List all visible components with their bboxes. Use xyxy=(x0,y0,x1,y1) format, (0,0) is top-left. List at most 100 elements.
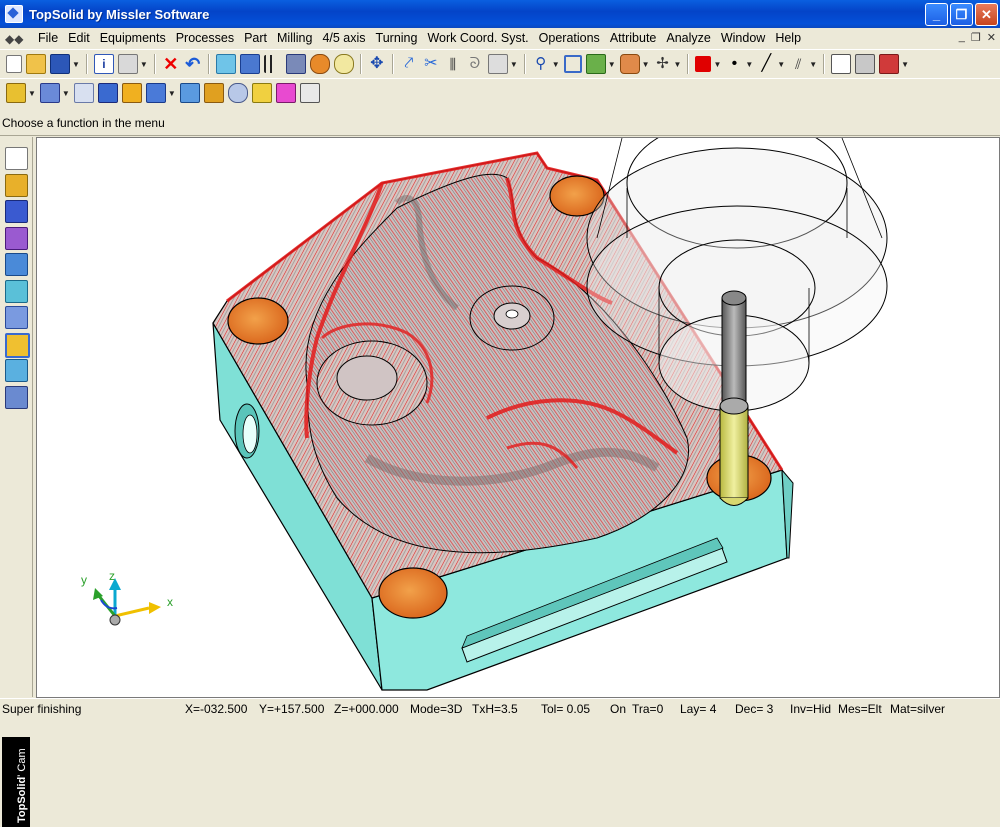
document-icon[interactable]: ◆◆ xyxy=(5,32,25,46)
assembly-icon[interactable] xyxy=(5,253,28,276)
sketch-icon[interactable] xyxy=(5,147,28,170)
params-icon[interactable] xyxy=(263,55,282,73)
undo-icon[interactable]: ↶ xyxy=(184,55,202,73)
status-tol[interactable]: Tol= 0.05 xyxy=(541,702,590,716)
toolpath-icon[interactable]: ⤤ xyxy=(400,55,418,73)
info-icon[interactable]: i xyxy=(93,54,114,74)
doc-minimize-button[interactable]: _ xyxy=(959,31,965,44)
point-icon[interactable]: • xyxy=(725,55,743,73)
menu-attribute[interactable]: Attribute xyxy=(605,28,662,49)
wear-icon[interactable] xyxy=(251,83,272,103)
menu-processes[interactable]: Processes xyxy=(171,28,239,49)
prompt-text: Choose a function in the menu xyxy=(2,116,165,130)
save-icon[interactable] xyxy=(50,54,70,74)
status-dec[interactable]: Dec= 3 xyxy=(735,702,773,716)
document-controls: _ ❐ ✕ xyxy=(959,31,996,44)
menu-edit[interactable]: Edit xyxy=(63,28,95,49)
menu-file[interactable]: File xyxy=(33,28,63,49)
status-y: Y=+157.500 xyxy=(259,702,325,716)
menu-milling[interactable]: Milling xyxy=(272,28,317,49)
status-mat[interactable]: Mat=silver xyxy=(890,702,945,716)
status-on[interactable]: On xyxy=(610,702,626,716)
measure-icon[interactable] xyxy=(239,54,260,74)
close-button[interactable]: ✕ xyxy=(975,3,998,26)
cam-label: ' Cam xyxy=(16,748,28,777)
cutting-tool[interactable] xyxy=(719,290,749,506)
3d-icon[interactable] xyxy=(275,83,296,103)
line-icon[interactable]: ╱ xyxy=(757,55,775,73)
status-mes[interactable]: Mes=Elt xyxy=(838,702,882,716)
fit-icon[interactable] xyxy=(563,55,582,73)
doc-icon[interactable] xyxy=(831,54,852,74)
triad-x-label: x xyxy=(167,595,173,609)
cursor-icon[interactable]: ✥ xyxy=(368,55,386,73)
stock-icon[interactable] xyxy=(39,83,60,103)
finish-icon[interactable] xyxy=(203,83,224,103)
menu-equipments[interactable]: Equipments xyxy=(95,28,171,49)
menu-operations[interactable]: Operations xyxy=(534,28,605,49)
doc-close-button[interactable]: ✕ xyxy=(987,31,996,44)
window-title: TopSolid by Missler Software xyxy=(29,6,210,22)
menu-help[interactable]: Help xyxy=(770,28,806,49)
status-txh: TxH=3.5 xyxy=(472,702,518,716)
sheet-icon[interactable] xyxy=(73,83,94,103)
operation-icon[interactable] xyxy=(6,83,26,103)
triad-y-label: y xyxy=(81,573,87,587)
hatch-icon[interactable]: ⫽ xyxy=(789,55,807,73)
mold-icon[interactable] xyxy=(5,333,30,358)
cam-icon[interactable] xyxy=(5,306,28,329)
zoom-icon[interactable]: ⚲ xyxy=(532,55,550,73)
surface-icon[interactable] xyxy=(179,83,200,103)
title-bar: TopSolid by Missler Software _ ❐ ✕ xyxy=(0,0,1000,28)
new-icon[interactable] xyxy=(6,55,22,73)
pocket-icon[interactable] xyxy=(97,83,118,103)
minimize-button[interactable]: _ xyxy=(925,3,948,26)
menu-window[interactable]: Window xyxy=(716,28,770,49)
shape-icon[interactable] xyxy=(5,200,28,223)
tool-icon[interactable] xyxy=(285,54,306,74)
menu-analyze[interactable]: Analyze xyxy=(661,28,715,49)
status-inv[interactable]: Inv=Hid xyxy=(790,702,831,716)
doc-restore-button[interactable]: ❐ xyxy=(971,31,981,44)
layer-icon[interactable] xyxy=(619,54,640,74)
family-icon[interactable] xyxy=(5,359,28,382)
open-icon[interactable] xyxy=(26,54,46,74)
hook-icon[interactable]: ᘐ xyxy=(466,55,484,73)
menu-work-coord[interactable]: Work Coord. Syst. xyxy=(422,28,533,49)
brand-label: TopSolid xyxy=(16,776,28,823)
print-icon[interactable] xyxy=(117,54,138,74)
simulate-icon[interactable] xyxy=(299,83,320,103)
electrode-icon[interactable] xyxy=(5,280,28,303)
graphics-viewport[interactable]: x y z xyxy=(36,137,1000,698)
menu-turning[interactable]: Turning xyxy=(371,28,423,49)
menu-part[interactable]: Part xyxy=(239,28,272,49)
status-lay[interactable]: Lay= 4 xyxy=(680,702,716,716)
application-palette: TopSolid' Cam xyxy=(0,137,33,827)
view-icon[interactable] xyxy=(585,54,606,74)
refresh-icon[interactable] xyxy=(215,54,236,74)
status-mode-text: Super finishing xyxy=(2,702,82,716)
app-icon[interactable] xyxy=(5,5,23,23)
contour-icon[interactable] xyxy=(121,83,142,103)
status-tra[interactable]: Tra=0 xyxy=(632,702,663,716)
curve-icon[interactable] xyxy=(5,174,28,197)
setup-icon[interactable] xyxy=(333,54,354,74)
machine-icon[interactable] xyxy=(879,54,900,74)
triad-z-label: z xyxy=(109,569,115,583)
status-mode: Mode=3D xyxy=(410,702,463,716)
maximize-button[interactable]: ❐ xyxy=(950,3,973,26)
shading-icon[interactable] xyxy=(855,54,876,74)
draft-icon[interactable] xyxy=(5,227,28,250)
color-icon[interactable] xyxy=(695,56,712,72)
cut-icon[interactable]: ✂ xyxy=(422,55,440,73)
machine-icon[interactable] xyxy=(5,386,28,409)
delete-icon[interactable]: ✕ xyxy=(162,55,180,73)
turning-icon[interactable] xyxy=(487,54,508,74)
status-bar: Super finishing X=-032.500 Y=+157.500 Z=… xyxy=(0,698,1000,721)
menu-4-5-axis[interactable]: 4/5 axis xyxy=(317,28,370,49)
probe-icon[interactable] xyxy=(227,83,248,103)
material-icon[interactable] xyxy=(309,54,330,74)
axis-icon[interactable]: ⫼ xyxy=(444,55,462,73)
target-icon[interactable]: ✢ xyxy=(654,55,672,73)
drill-icon[interactable] xyxy=(145,83,166,103)
